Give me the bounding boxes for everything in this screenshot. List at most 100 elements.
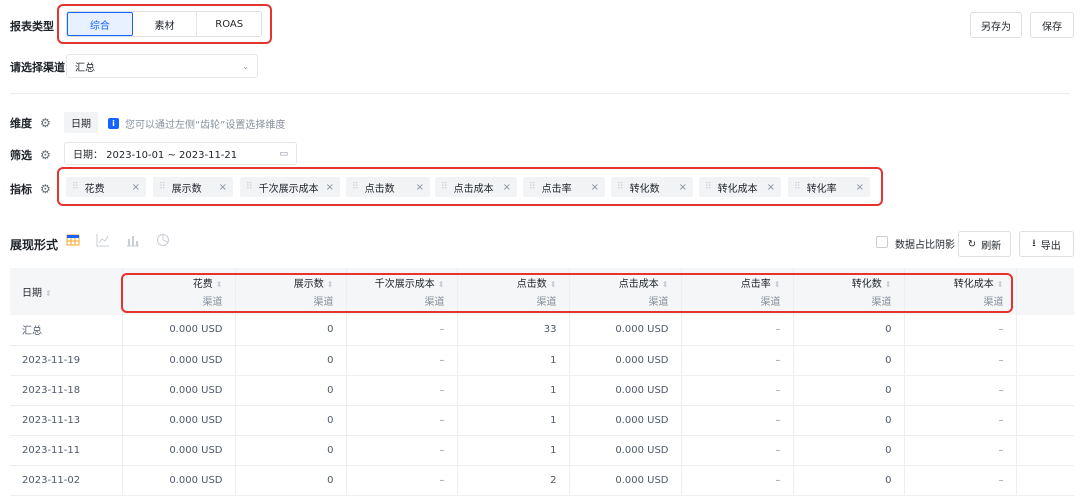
date-range-filter[interactable]: 日期： 2023-10-01 ~ 2023-11-21 ▭ <box>64 142 297 165</box>
table-cell: – <box>904 405 1017 436</box>
shadow-checkbox[interactable] <box>876 236 888 248</box>
dimension-hint: i 您可以通过左侧“齿轮”设置选择维度 <box>96 116 285 131</box>
channel-value: 汇总 <box>75 62 95 74</box>
sort-icon: ⬍ <box>45 289 52 298</box>
line-chart-icon[interactable] <box>96 233 110 247</box>
table-cell: 0.000 USD <box>122 405 236 436</box>
dimension-hint-text: 您可以通过左侧“齿轮”设置选择维度 <box>125 120 286 131</box>
table-cell: – <box>346 345 458 376</box>
highlight-columns <box>121 273 1013 313</box>
display-label: 展现形式 <box>10 238 59 252</box>
refresh-label: 刷新 <box>981 240 1002 252</box>
table-cell: – <box>904 315 1017 346</box>
table-cell: 0 <box>235 345 347 376</box>
table-cell: – <box>346 465 458 496</box>
table-cell: 汇总 <box>10 315 123 346</box>
filter-label: 筛选 <box>10 149 32 162</box>
highlight-report-type <box>57 4 272 44</box>
table-cell: 0.000 USD <box>122 345 236 376</box>
table-row: 2023-11-02 0.000 USD 0–2 0.000 USD –0– <box>10 465 1074 496</box>
info-icon: i <box>108 118 119 129</box>
table-cell: – <box>681 465 794 496</box>
date-range-value: 日期： 2023-10-01 ~ 2023-11-21 <box>73 150 238 161</box>
gear-icon[interactable]: ⚙ <box>40 117 52 129</box>
pie-chart-icon[interactable] <box>156 233 170 247</box>
table-cell: – <box>346 375 458 406</box>
report-type-label: 报表类型 <box>10 20 54 33</box>
metrics-row: 指标 ⚙ <box>10 181 52 197</box>
table-cell: 0.000 USD <box>122 375 236 406</box>
table-cell-empty <box>1016 435 1074 466</box>
table-cell: – <box>904 345 1017 376</box>
dimension-chip[interactable]: 日期 <box>64 112 98 133</box>
bar-chart-icon[interactable] <box>126 233 140 247</box>
column-header[interactable]: 日期 ⬍ <box>10 268 123 315</box>
table-cell: – <box>681 435 794 466</box>
table-cell: 0.000 USD <box>122 435 236 466</box>
table-cell: – <box>681 405 794 436</box>
highlight-metrics <box>57 167 883 206</box>
table-row: 2023-11-11 0.000 USD 0–1 0.000 USD –0– <box>10 435 1074 466</box>
table-cell-empty <box>1016 315 1074 346</box>
table-cell: 0 <box>793 345 905 376</box>
table-cell: 0.000 USD <box>569 345 682 376</box>
chevron-down-icon: ⌄ <box>242 61 249 71</box>
table-row: 汇总 0.000 USD 0–33 0.000 USD –0– <box>10 315 1074 346</box>
column-header-empty <box>1016 268 1074 315</box>
table-cell: – <box>681 375 794 406</box>
divider <box>10 93 1070 94</box>
table-row: 2023-11-19 0.000 USD 0–1 0.000 USD –0– <box>10 345 1074 376</box>
table-cell: – <box>346 315 458 346</box>
dimension-label: 维度 <box>10 117 32 130</box>
table-cell: 1 <box>457 345 570 376</box>
table-cell: – <box>904 375 1017 406</box>
save-button[interactable]: 保存 <box>1030 12 1074 38</box>
table-row: 2023-11-13 0.000 USD 0–1 0.000 USD –0– <box>10 405 1074 436</box>
refresh-button[interactable]: ↻ 刷新 <box>958 231 1011 257</box>
download-icon: ⭳ <box>1032 237 1036 249</box>
gear-icon[interactable]: ⚙ <box>40 149 52 161</box>
table-cell: 2023-11-02 <box>10 465 123 496</box>
metrics-label: 指标 <box>10 183 32 196</box>
save-as-button[interactable]: 另存为 <box>970 12 1022 38</box>
table-cell: 2023-11-13 <box>10 405 123 436</box>
table-cell: 0 <box>235 315 347 346</box>
table-cell: 1 <box>457 375 570 406</box>
channel-select[interactable]: 汇总 ⌄ <box>66 54 258 78</box>
table-cell: 0 <box>235 405 347 436</box>
table-view-icon[interactable] <box>66 233 80 247</box>
table-cell-empty <box>1016 375 1074 406</box>
table-cell-empty <box>1016 465 1074 496</box>
table-cell: 1 <box>457 405 570 436</box>
table-cell: 0 <box>235 435 347 466</box>
table-cell: 0.000 USD <box>569 375 682 406</box>
table-cell: 0 <box>793 315 905 346</box>
table-cell: 2023-11-18 <box>10 375 123 406</box>
table-cell: 1 <box>457 435 570 466</box>
gear-icon[interactable]: ⚙ <box>40 183 52 195</box>
channel-label: 请选择渠道 <box>10 61 65 74</box>
table-cell: – <box>346 405 458 436</box>
table-cell: 0.000 USD <box>569 315 682 346</box>
table-cell: 0.000 USD <box>569 435 682 466</box>
calendar-icon: ▭ <box>279 148 288 159</box>
table-cell: 2023-11-19 <box>10 345 123 376</box>
table-cell: – <box>346 435 458 466</box>
table-cell-empty <box>1016 405 1074 436</box>
table-cell: 0 <box>793 405 905 436</box>
table-cell: 0.000 USD <box>569 465 682 496</box>
refresh-icon: ↻ <box>967 238 977 250</box>
table-row: 2023-11-18 0.000 USD 0–1 0.000 USD –0– <box>10 375 1074 406</box>
table-cell: – <box>681 345 794 376</box>
export-button[interactable]: ⭳ 导出 <box>1019 231 1074 257</box>
table-cell: 0 <box>793 375 905 406</box>
table-cell: 0.000 USD <box>122 315 236 346</box>
shadow-label: 数据占比阴影 <box>895 240 955 251</box>
table-cell: 33 <box>457 315 570 346</box>
export-label: 导出 <box>1040 240 1061 252</box>
table-cell: 2 <box>457 465 570 496</box>
table-cell: 0.000 USD <box>122 465 236 496</box>
table-cell: 0.000 USD <box>569 405 682 436</box>
table-cell: – <box>904 435 1017 466</box>
table-cell: 0 <box>793 465 905 496</box>
